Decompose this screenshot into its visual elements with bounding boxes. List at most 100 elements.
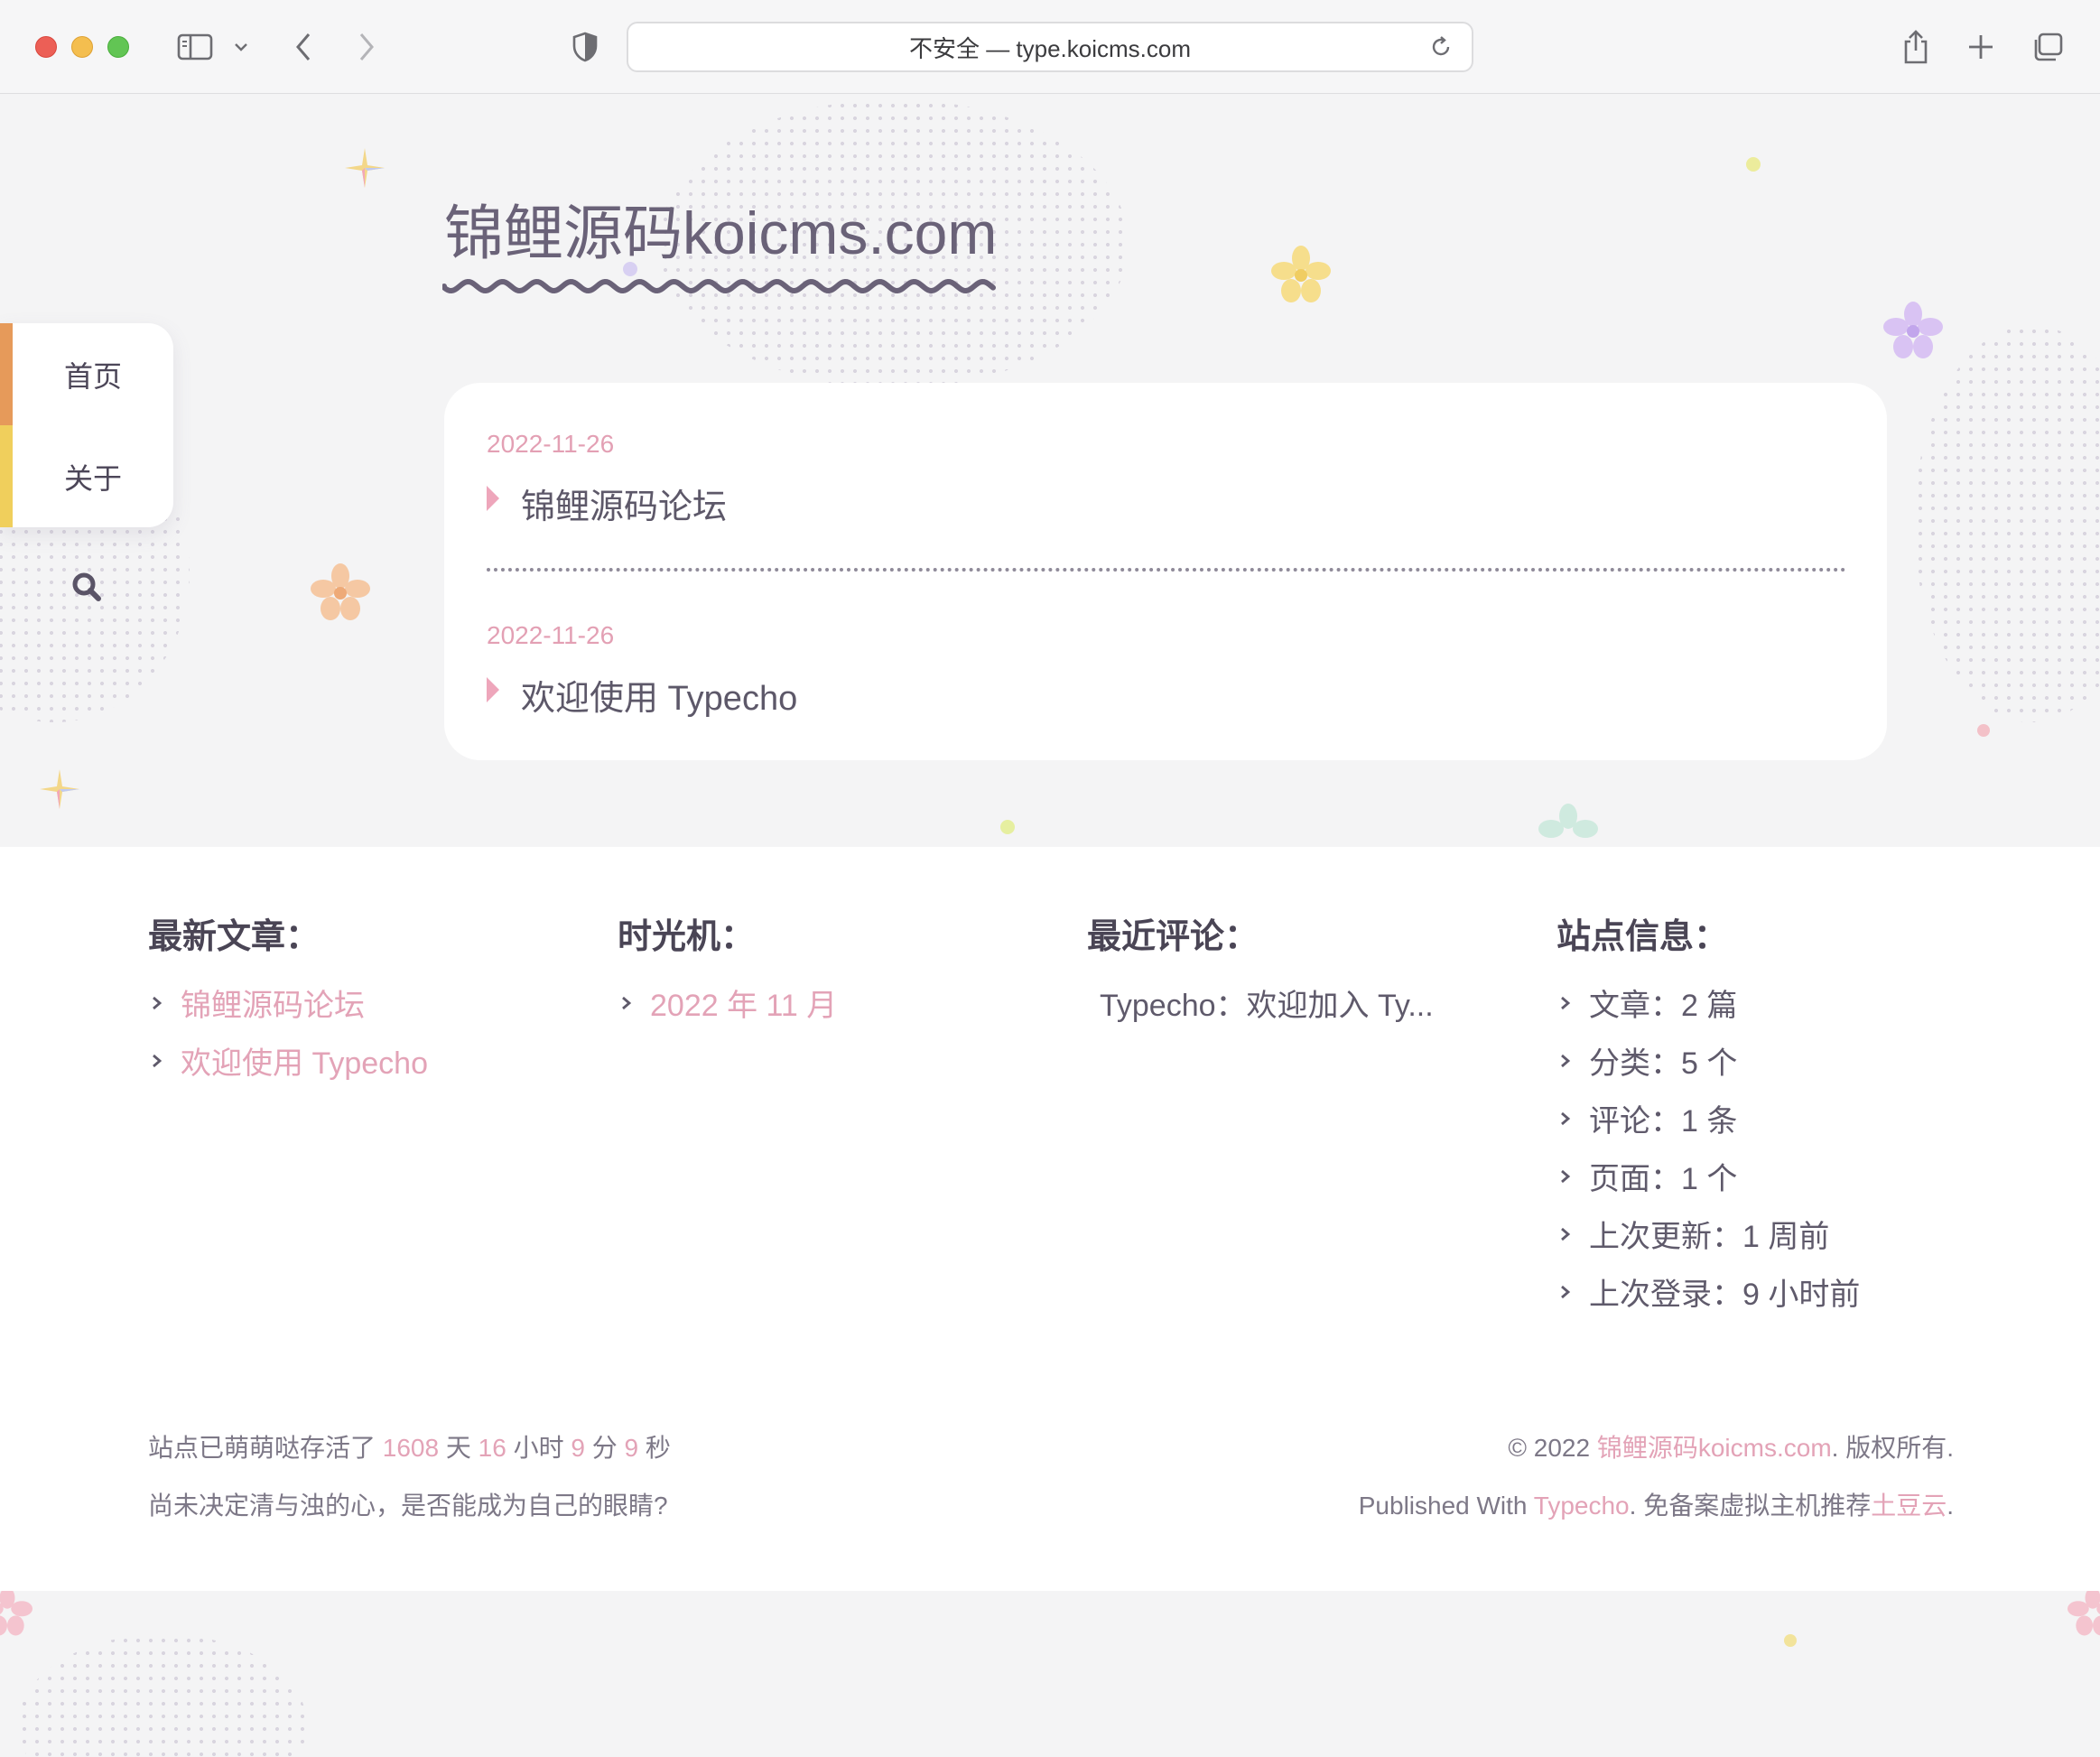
stat-text: 文章：2 篇 <box>1589 989 1738 1023</box>
browser-toolbar: 不安全 — type.koicms.com <box>0 0 2100 94</box>
reload-icon[interactable] <box>1428 34 1454 60</box>
share-icon <box>1904 30 1928 64</box>
search-icon <box>72 572 101 601</box>
dot-decoration <box>1784 1634 1797 1647</box>
published-suffix: . <box>1947 1492 1954 1520</box>
tab-overview-button[interactable] <box>2030 25 2066 69</box>
caret-right-icon <box>487 677 499 702</box>
dot-decoration <box>1000 820 1015 834</box>
share-button[interactable] <box>1898 25 1934 69</box>
back-button[interactable] <box>287 25 320 69</box>
flower-icon <box>1271 246 1331 302</box>
comment-link[interactable]: Typecho：欢迎加入 Ty... <box>1100 981 1434 1025</box>
list-item: 分类：5 个 <box>1556 1038 1737 1083</box>
copyright: © 2022 锦鲤源码koicms.com. 版权所有. <box>1508 1428 1954 1464</box>
list-item[interactable]: 2022 年 11 月 <box>618 981 837 1025</box>
uptime-hours-unit: 小时 <box>506 1434 571 1462</box>
published-prefix: Published With <box>1358 1492 1534 1520</box>
recent-comments-widget: 最近评论： Typecho：欢迎加入 Ty... <box>1087 908 1434 1023</box>
chevron-left-icon <box>296 33 311 60</box>
published-with: Published With Typecho. 免备案虚拟主机推荐土豆云. <box>1359 1486 1954 1522</box>
site-motto: 尚未决定清与浊的心，是否能成为自己的眼睛? <box>148 1492 668 1520</box>
post-title-link[interactable]: 欢迎使用 Typecho <box>521 670 797 720</box>
list-item[interactable]: 欢迎使用 Typecho <box>148 1038 428 1083</box>
copyright-suffix: . 版权所有. <box>1831 1434 1954 1462</box>
new-tab-button[interactable] <box>1963 25 1999 69</box>
uptime-minutes-unit: 分 <box>584 1434 625 1462</box>
uptime-hours: 16 <box>478 1434 506 1462</box>
post-date: 2022-11-26 <box>487 430 615 458</box>
dot-pattern <box>1914 325 2100 722</box>
nav-accent-orange <box>0 323 13 425</box>
chevron-right-icon <box>1561 1285 1571 1298</box>
close-window-button[interactable] <box>35 36 57 58</box>
address-text: 不安全 — type.koicms.com <box>908 34 1192 62</box>
list-item[interactable]: Typecho：欢迎加入 Ty... <box>1100 981 1434 1025</box>
chevron-right-icon <box>1561 1227 1571 1241</box>
list-item: 文章：2 篇 <box>1556 981 1737 1025</box>
widget-title: 时光机： <box>618 918 756 956</box>
site-footer: 最新文章： 锦鲤源码论坛 欢迎使用 Typecho 时光机： 2022 年 11… <box>0 847 2100 1591</box>
flower-icon <box>311 563 370 620</box>
host-link[interactable]: 土豆云 <box>1871 1492 1947 1520</box>
chevron-right-icon <box>153 1054 163 1067</box>
list-item: 评论：1 条 <box>1556 1096 1737 1140</box>
published-middle: . 免备案虚拟主机推荐 <box>1629 1492 1872 1520</box>
copyright-prefix: © 2022 <box>1508 1434 1597 1462</box>
flower-icon <box>1538 804 1598 838</box>
widget-title: 站点信息： <box>1556 918 1729 956</box>
address-bar[interactable]: 不安全 — type.koicms.com <box>627 22 1473 72</box>
stat-text: 上次登录：9 小时前 <box>1589 1278 1861 1312</box>
chevron-right-icon <box>1561 1054 1571 1067</box>
widget-title: 最新文章： <box>148 918 321 956</box>
uptime-prefix: 站点已萌萌哒存活了 <box>148 1434 383 1462</box>
post-list-card: 2022-11-26 锦鲤源码论坛 2022-11-26 欢迎使用 Typech… <box>444 383 1887 760</box>
chevron-right-icon <box>1561 1111 1571 1125</box>
chevron-right-icon <box>1561 996 1571 1009</box>
site-info-widget: 站点信息： 文章：2 篇 分类：5 个 评论：1 条 页面：1 个 上次更新：1… <box>1556 908 1860 1312</box>
post-separator <box>487 568 1846 572</box>
nav-item-about[interactable]: 关于 <box>13 425 173 527</box>
nav-accent-yellow <box>0 425 13 527</box>
list-item[interactable]: 锦鲤源码论坛 <box>148 981 365 1025</box>
shield-icon <box>572 32 598 62</box>
uptime-days-unit: 天 <box>439 1434 479 1462</box>
sparkle-icon <box>40 769 79 809</box>
stat-text: 上次更新：1 周前 <box>1589 1220 1830 1254</box>
dot-pattern <box>18 1634 307 1757</box>
sparkle-icon <box>345 148 385 188</box>
chevron-right-icon <box>153 996 163 1009</box>
sidebar-toggle-button[interactable] <box>173 25 217 69</box>
wavy-underline <box>442 279 996 293</box>
forward-button[interactable] <box>350 25 383 69</box>
stat-text: 分类：5 个 <box>1589 1046 1738 1081</box>
archive-link[interactable]: 2022 年 11 月 <box>650 981 837 1025</box>
list-item: 上次更新：1 周前 <box>1556 1212 1829 1256</box>
plus-icon <box>1969 35 1993 59</box>
site-title[interactable]: 锦鲤源码koicms.com <box>444 185 997 272</box>
chevron-right-icon <box>1561 1169 1571 1183</box>
chevron-right-icon <box>622 996 632 1009</box>
archive-widget: 时光机： 2022 年 11 月 <box>618 908 837 1023</box>
flower-icon <box>2067 1587 2100 1636</box>
zoom-window-button[interactable] <box>107 36 129 58</box>
search-button[interactable] <box>70 571 103 603</box>
uptime-seconds: 9 <box>624 1434 639 1462</box>
minimize-window-button[interactable] <box>71 36 93 58</box>
copyright-site-link[interactable]: 锦鲤源码koicms.com <box>1597 1434 1832 1462</box>
caret-right-icon <box>487 486 499 511</box>
post-title-link[interactable]: 锦鲤源码论坛 <box>521 479 727 528</box>
sidebar-icon <box>177 33 213 60</box>
latest-post-link[interactable]: 锦鲤源码论坛 <box>181 981 365 1025</box>
privacy-report-button[interactable] <box>567 25 603 69</box>
tab-group-menu-button[interactable] <box>229 25 253 69</box>
latest-post-link[interactable]: 欢迎使用 Typecho <box>181 1038 428 1083</box>
dot-decoration <box>1977 724 1990 737</box>
list-item: 页面：1 个 <box>1556 1154 1737 1198</box>
list-item: 上次登录：9 小时前 <box>1556 1269 1860 1314</box>
flower-icon <box>0 1587 33 1636</box>
uptime-counter: 站点已萌萌哒存活了 1608 天 16 小时 9 分 9 秒 <box>148 1428 671 1464</box>
chevron-down-icon <box>235 43 247 51</box>
nav-item-home[interactable]: 首页 <box>13 323 173 425</box>
typecho-link[interactable]: Typecho <box>1534 1492 1630 1520</box>
